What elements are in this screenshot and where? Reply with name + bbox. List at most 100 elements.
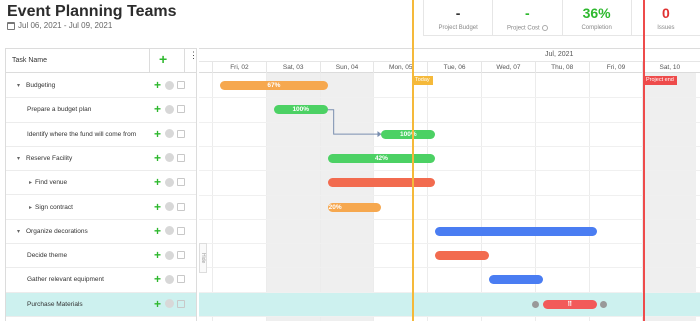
- gantt-timeline: Jul, 2021 Fri, 02 Sat, 03 Sun, 04 Mon, 05 Tu…: [199, 48, 700, 321]
- status-icon[interactable]: [165, 299, 174, 309]
- task-name[interactable]: Organize decorations: [26, 228, 88, 235]
- stat-label: Completion: [581, 25, 612, 31]
- add-subtask-icon[interactable]: +: [153, 152, 162, 164]
- status-icon[interactable]: [165, 250, 174, 260]
- project-stats: - Project Budget - Project Cost 36% Comp…: [423, 0, 700, 36]
- status-icon[interactable]: [165, 202, 174, 211]
- task-name[interactable]: Prepare a budget plan: [27, 106, 91, 113]
- edit-icon[interactable]: [177, 275, 185, 284]
- status-icon[interactable]: [165, 153, 174, 163]
- edit-icon[interactable]: [177, 202, 185, 211]
- status-icon[interactable]: [165, 80, 174, 90]
- add-subtask-icon[interactable]: +: [153, 128, 162, 140]
- task-row[interactable]: Prepare a budget plan +: [6, 98, 196, 123]
- edit-icon[interactable]: [177, 81, 185, 89]
- status-icon[interactable]: [165, 129, 174, 139]
- task-row[interactable]: ▸ Find venue +: [6, 171, 196, 196]
- task-name-column-header[interactable]: Task Name: [12, 57, 47, 64]
- task-name[interactable]: Identify where the fund will come from: [27, 131, 136, 138]
- resize-end-handle[interactable]: [599, 300, 607, 308]
- status-icon[interactable]: [165, 104, 174, 114]
- row-actions: +: [153, 152, 185, 164]
- add-subtask-icon[interactable]: +: [153, 273, 162, 285]
- task-grid-header: Task Name + ⋮: [6, 49, 196, 73]
- expand-caret-icon[interactable]: ▸: [29, 179, 32, 186]
- edit-icon[interactable]: [177, 226, 185, 235]
- row-actions: +: [153, 201, 185, 213]
- task-row[interactable]: ▾ Reserve Facility +: [6, 147, 196, 172]
- stat-value: 36%: [582, 5, 611, 21]
- task-row[interactable]: ▾ Organize decorations +: [6, 220, 196, 245]
- task-row[interactable]: Purchase Materials +: [6, 292, 196, 317]
- row-actions: +: [153, 298, 185, 310]
- task-name[interactable]: Sign contract: [35, 204, 73, 211]
- status-icon[interactable]: [165, 177, 174, 187]
- today-marker-line: [412, 0, 414, 321]
- row-actions: +: [153, 176, 185, 188]
- status-icon[interactable]: [165, 226, 174, 236]
- resize-start-handle[interactable]: [531, 300, 539, 308]
- task-name[interactable]: Decide theme: [27, 252, 67, 259]
- task-grid: Task Name + ⋮ ▾Budgeting+Prepare a budge…: [5, 48, 197, 321]
- edit-icon[interactable]: [177, 299, 185, 308]
- calendar-icon: [7, 21, 15, 30]
- expand-caret-icon[interactable]: ▸: [29, 204, 32, 211]
- add-subtask-icon[interactable]: +: [153, 201, 162, 213]
- column-divider: [184, 49, 185, 73]
- row-actions: +: [153, 128, 185, 140]
- add-subtask-icon[interactable]: +: [153, 225, 162, 237]
- edit-icon[interactable]: [177, 251, 185, 260]
- project-date-range: Jul 06, 2021 - Jul 09, 2021: [7, 21, 112, 30]
- task-name[interactable]: Purchase Materials: [27, 301, 83, 308]
- row-actions: +: [153, 249, 185, 261]
- task-name[interactable]: Find venue: [35, 179, 67, 186]
- task-name[interactable]: Reserve Facility: [26, 155, 72, 162]
- column-divider: [149, 49, 150, 73]
- task-row[interactable]: Identify where the fund will come from +: [6, 123, 196, 147]
- stat-issues: 0 Issues: [632, 0, 700, 35]
- stat-value: 0: [661, 5, 670, 21]
- add-subtask-icon[interactable]: +: [153, 79, 162, 91]
- edit-icon[interactable]: [177, 105, 185, 114]
- task-name[interactable]: Gather relevant equipment: [27, 276, 104, 283]
- dependency-arrow[interactable]: [199, 49, 700, 321]
- row-actions: +: [153, 273, 185, 285]
- task-row[interactable]: Decide theme +: [6, 244, 196, 269]
- row-actions: +: [153, 225, 185, 237]
- project-end-line: [643, 0, 645, 321]
- task-row[interactable]: Gather relevant equipment +: [6, 268, 196, 293]
- add-subtask-icon[interactable]: +: [153, 249, 162, 261]
- add-subtask-icon[interactable]: +: [153, 103, 162, 115]
- today-marker-label: Today: [412, 76, 433, 85]
- edit-icon[interactable]: [177, 129, 185, 138]
- add-task-icon[interactable]: +: [159, 52, 167, 66]
- edit-icon[interactable]: [177, 178, 185, 187]
- collapse-caret-icon[interactable]: ▾: [17, 228, 20, 235]
- info-icon[interactable]: [541, 25, 548, 31]
- collapse-caret-icon[interactable]: ▾: [17, 155, 20, 162]
- project-end-label: Project end: [643, 76, 677, 85]
- task-row[interactable]: ▸ Sign contract +: [6, 196, 196, 220]
- stat-project-budget: - Project Budget: [424, 0, 494, 35]
- stat-completion: 36% Completion: [563, 0, 632, 35]
- stat-label: Issues: [657, 25, 675, 31]
- stat-label: Project Cost: [493, 25, 561, 32]
- add-subtask-icon[interactable]: +: [153, 176, 162, 188]
- task-row[interactable]: ▾ Budgeting +: [6, 74, 196, 99]
- stat-label-text: Project Cost: [507, 25, 540, 32]
- row-actions: +: [153, 103, 185, 115]
- date-range-text: Jul 06, 2021 - Jul 09, 2021: [18, 21, 113, 30]
- grid-menu-icon[interactable]: ⋮: [189, 51, 196, 60]
- hide-grid-toggle[interactable]: Hide: [199, 243, 207, 273]
- status-icon[interactable]: [165, 274, 174, 284]
- collapse-caret-icon[interactable]: ▾: [17, 82, 20, 89]
- edit-icon[interactable]: [177, 153, 185, 162]
- stat-project-cost: - Project Cost: [493, 0, 563, 35]
- gantt-app: Event Planning Teams Jul 06, 2021 - Jul …: [0, 0, 700, 321]
- page-title: Event Planning Teams: [7, 3, 177, 20]
- stat-value: -: [455, 5, 461, 21]
- row-actions: +: [153, 79, 185, 91]
- task-name[interactable]: Budgeting: [26, 82, 55, 89]
- stat-value: -: [525, 5, 530, 21]
- add-subtask-icon[interactable]: +: [153, 298, 162, 310]
